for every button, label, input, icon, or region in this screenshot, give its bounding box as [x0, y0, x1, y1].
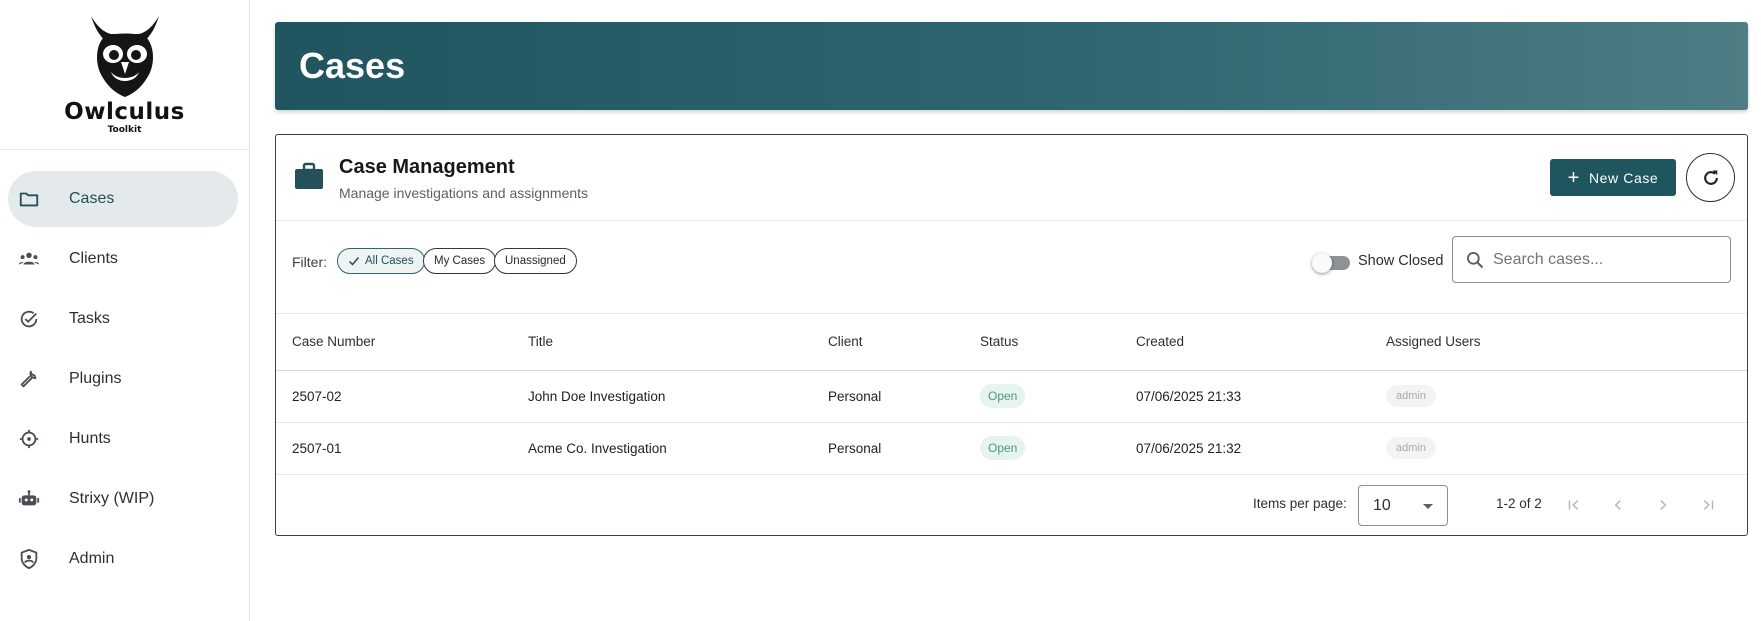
cell-client: Personal: [812, 422, 964, 475]
last-page-icon: [1703, 499, 1714, 511]
next-page-button[interactable]: [1651, 493, 1675, 517]
sidebar: Owlculus Toolkit Cases Clients Tasks Plu…: [0, 0, 250, 621]
page-range: 1-2 of 2: [1496, 496, 1542, 511]
items-per-page-value: 10: [1373, 497, 1391, 514]
search-box[interactable]: [1452, 236, 1731, 283]
sidebar-item-label: Plugins: [69, 370, 122, 387]
sidebar-item-label: Strixy (WIP): [69, 490, 155, 507]
cell-client: Personal: [812, 370, 964, 423]
chip-label: All Cases: [365, 255, 414, 267]
page-title: Cases: [299, 45, 406, 86]
chevron-right-icon: [1660, 499, 1667, 511]
sidebar-item-clients[interactable]: Clients: [8, 231, 238, 287]
items-per-page-select[interactable]: 10: [1358, 485, 1448, 526]
group-icon: [16, 246, 42, 272]
folder-icon: [16, 186, 42, 212]
column-header-client[interactable]: Client: [812, 314, 964, 371]
user-badge: admin: [1386, 437, 1436, 459]
status-badge: Open: [980, 436, 1026, 460]
cell-assigned-users: admin: [1370, 370, 1747, 423]
new-case-button[interactable]: + New Case: [1550, 159, 1676, 196]
brand-logo[interactable]: Owlculus Toolkit: [0, 0, 249, 150]
sidebar-item-plugins[interactable]: Plugins: [8, 351, 238, 407]
first-page-button[interactable]: [1562, 493, 1586, 517]
column-header-created[interactable]: Created: [1120, 314, 1370, 371]
card-subtitle: Manage investigations and assignments: [339, 185, 589, 201]
previous-page-button[interactable]: [1606, 493, 1630, 517]
table-row[interactable]: 2507-02 John Doe Investigation Personal …: [276, 370, 1747, 423]
last-page-button[interactable]: [1696, 493, 1720, 517]
search-input[interactable]: [1493, 247, 1718, 273]
pagination: Items per page: 10 1-2 of 2: [276, 475, 1747, 535]
sidebar-item-tasks[interactable]: Tasks: [8, 291, 238, 347]
sidebar-item-label: Hunts: [69, 430, 111, 447]
filter-chip-all-cases[interactable]: All Cases: [337, 248, 425, 274]
sidebar-item-label: Clients: [69, 250, 118, 267]
check-icon: [348, 257, 360, 266]
column-header-assigned-users[interactable]: Assigned Users: [1370, 314, 1747, 371]
sidebar-item-strixy[interactable]: Strixy (WIP): [8, 471, 238, 527]
search-icon: [1467, 251, 1484, 269]
items-per-page-label: Items per page:: [1253, 496, 1347, 511]
app: Owlculus Toolkit Cases Clients Tasks Plu…: [0, 0, 1761, 621]
cell-created: 07/06/2025 21:32: [1120, 422, 1370, 475]
column-header-status[interactable]: Status: [964, 314, 1120, 371]
column-header-case-number[interactable]: Case Number: [276, 314, 512, 371]
sidebar-item-hunts[interactable]: Hunts: [8, 411, 238, 467]
cases-table: Case Number Title Client Status Created …: [276, 314, 1747, 475]
brand-title: Owlculus: [64, 99, 185, 125]
sidebar-item-cases[interactable]: Cases: [8, 171, 238, 227]
show-closed-label: Show Closed: [1358, 253, 1444, 269]
chip-label: My Cases: [434, 255, 486, 267]
filter-chip-my-cases[interactable]: My Cases: [423, 248, 497, 274]
sidebar-nav: Cases Clients Tasks Plugins Hunts Strixy…: [0, 171, 250, 591]
robot-icon: [16, 486, 42, 512]
plus-icon: +: [1567, 166, 1580, 189]
table-row[interactable]: 2507-01 Acme Co. Investigation Personal …: [276, 422, 1747, 475]
sidebar-item-label: Tasks: [69, 310, 110, 327]
show-closed-toggle[interactable]: [1312, 252, 1350, 273]
sidebar-item-label: Admin: [69, 550, 115, 567]
filter-chip-unassigned[interactable]: Unassigned: [494, 248, 577, 274]
filter-label: Filter:: [292, 254, 327, 270]
briefcase-icon: [294, 162, 324, 195]
refresh-button[interactable]: [1686, 153, 1735, 202]
sidebar-item-admin[interactable]: Admin: [8, 531, 238, 587]
wrench-icon: [16, 366, 42, 392]
chevron-left-icon: [1614, 499, 1621, 511]
owl-logo-icon: [90, 16, 159, 97]
cell-status: Open: [964, 370, 1120, 423]
cell-case-number: 2507-02: [276, 370, 512, 423]
card-title: Case Management: [339, 156, 515, 178]
shield-user-icon: [16, 546, 42, 572]
crosshair-icon: [16, 426, 42, 452]
column-header-title[interactable]: Title: [512, 314, 812, 371]
cell-title: John Doe Investigation: [512, 370, 812, 423]
case-management-card: Case Management Manage investigations an…: [275, 134, 1748, 536]
toggle-thumb: [1312, 253, 1332, 273]
filter-bar: Filter: All Cases My Cases Unassigned Sh…: [276, 221, 1747, 314]
refresh-icon: [1703, 170, 1718, 185]
first-page-icon: [1568, 499, 1579, 511]
cell-title: Acme Co. Investigation: [512, 422, 812, 475]
card-header: Case Management Manage investigations an…: [276, 135, 1747, 221]
cell-created: 07/06/2025 21:33: [1120, 370, 1370, 423]
page-header: Cases: [275, 22, 1748, 110]
check-circle-icon: [16, 306, 42, 332]
caret-down-icon: [1423, 504, 1433, 509]
sidebar-item-label: Cases: [69, 190, 115, 207]
brand-subtitle: Toolkit: [107, 125, 142, 135]
table-header-row: Case Number Title Client Status Created …: [276, 314, 1747, 371]
cell-status: Open: [964, 422, 1120, 475]
chip-label: Unassigned: [505, 255, 566, 267]
status-badge: Open: [980, 384, 1026, 408]
user-badge: admin: [1386, 385, 1436, 407]
cell-assigned-users: admin: [1370, 422, 1747, 475]
cell-case-number: 2507-01: [276, 422, 512, 475]
new-case-label: New Case: [1588, 169, 1659, 186]
